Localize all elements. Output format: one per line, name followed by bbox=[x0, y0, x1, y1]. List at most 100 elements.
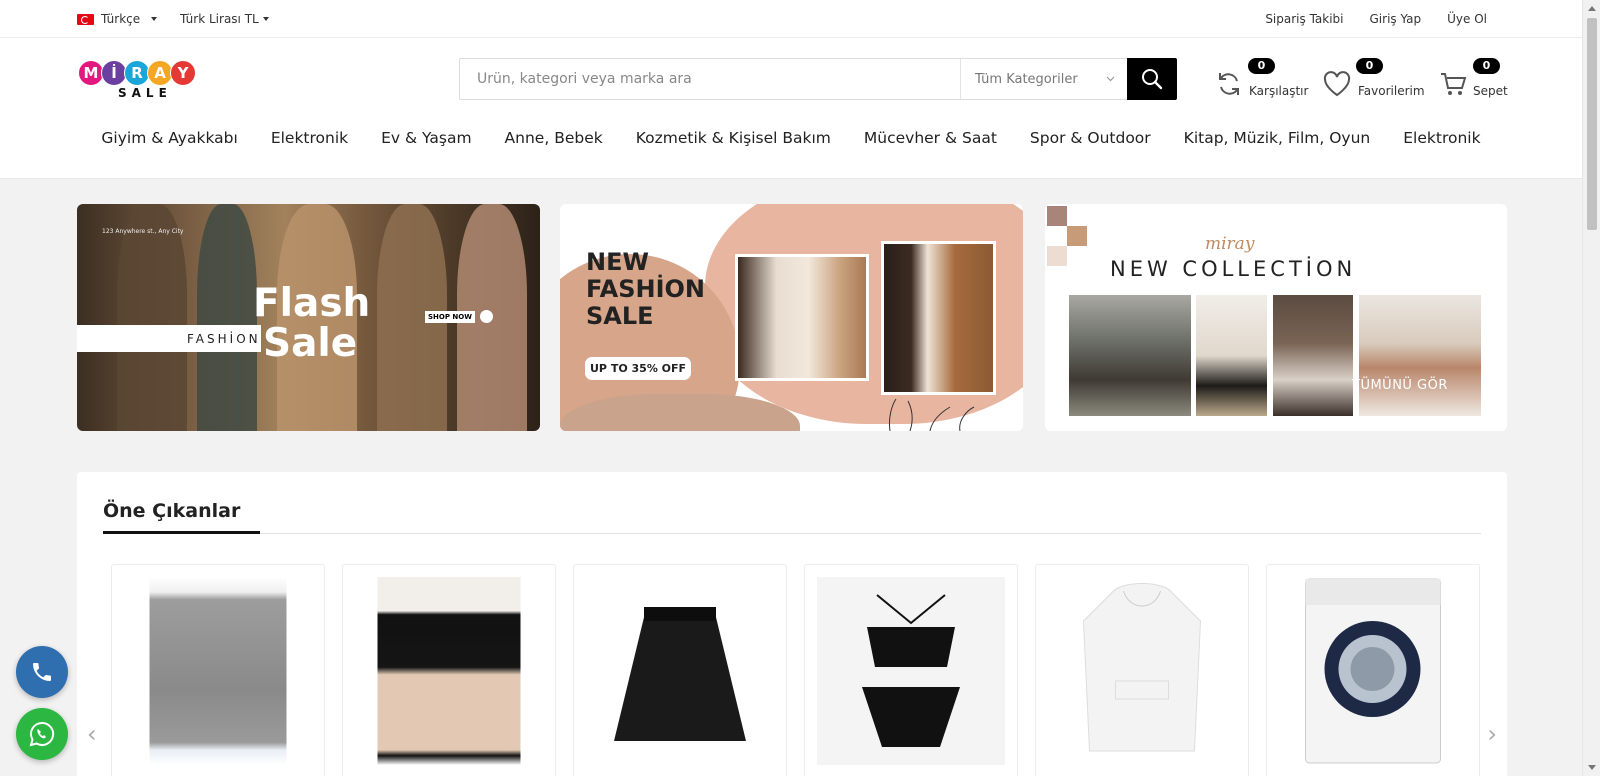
category-select-label: Tüm Kategoriler bbox=[975, 71, 1078, 87]
cafe-photo bbox=[1359, 295, 1481, 416]
decorative-square bbox=[1047, 246, 1067, 266]
flash-title-line2: Sale bbox=[263, 321, 358, 366]
product-image-white-hoodie bbox=[1073, 577, 1211, 765]
section-divider bbox=[103, 533, 1481, 534]
top-bar: Türkçe Türk Lirası TL Sipariş Takibi Gir… bbox=[0, 0, 1582, 38]
scrollbar[interactable] bbox=[1582, 0, 1600, 776]
fashion-tag: FASHİON bbox=[187, 332, 261, 346]
nav-item-electronics[interactable]: Elektronik bbox=[271, 129, 348, 147]
new-fashion-banner[interactable]: NEW FASHİON SALE UP TO 35% OFF bbox=[560, 204, 1023, 431]
currency-selector[interactable]: Türk Lirası TL bbox=[180, 12, 269, 26]
login-link[interactable]: Giriş Yap bbox=[1370, 12, 1422, 26]
product-card[interactable] bbox=[804, 564, 1018, 776]
model-photo bbox=[881, 241, 996, 395]
plant-sketch-icon bbox=[889, 398, 975, 431]
model-photo bbox=[1273, 295, 1353, 416]
product-image-black-lace-skirt bbox=[586, 577, 774, 765]
new-collection-banner[interactable]: miray NEW COLLECTİON TÜMÜNÜ GÖR bbox=[1045, 204, 1507, 431]
caret-down-icon bbox=[151, 17, 158, 21]
logo[interactable]: M İ R A Y SALE bbox=[78, 60, 204, 106]
see-all-link[interactable]: TÜMÜNÜ GÖR bbox=[1352, 378, 1448, 393]
title-line3: SALE bbox=[586, 302, 654, 330]
search-bar: Tüm Kategoriler bbox=[459, 58, 1177, 100]
favorites-count-badge: 0 bbox=[1356, 58, 1383, 74]
logo-letters: M İ R A Y bbox=[78, 60, 204, 86]
store-photo bbox=[1069, 295, 1191, 416]
flash-sale-title: Flash Sale bbox=[253, 284, 370, 364]
caret-down-icon bbox=[262, 17, 269, 21]
new-fashion-title: NEW FASHİON SALE bbox=[586, 249, 705, 330]
favorites-label: Favorilerim bbox=[1358, 84, 1425, 98]
product-image-black-skirt bbox=[377, 577, 521, 765]
currency-label: Türk Lirası TL bbox=[180, 12, 259, 26]
decorative-square bbox=[1047, 206, 1067, 226]
shop-now-label: SHOP NOW bbox=[425, 311, 475, 323]
nav-item-home[interactable]: Ev & Yaşam bbox=[381, 129, 471, 147]
cart-icon bbox=[1441, 73, 1467, 95]
product-card[interactable] bbox=[573, 564, 787, 776]
product-image-washing-machine bbox=[1305, 578, 1441, 764]
product-card[interactable] bbox=[1266, 564, 1480, 776]
scroll-up-arrow-icon[interactable] bbox=[1588, 6, 1596, 11]
call-button[interactable] bbox=[16, 646, 68, 698]
category-select[interactable]: Tüm Kategoriler bbox=[960, 59, 1127, 99]
order-tracking-link[interactable]: Sipariş Takibi bbox=[1265, 12, 1343, 26]
section-title-underline bbox=[103, 531, 260, 534]
header: M İ R A Y SALE Tüm Kategoriler 0 Karşıla… bbox=[0, 38, 1582, 179]
nav-item-cosmetics[interactable]: Kozmetik & Kişisel Bakım bbox=[636, 129, 831, 147]
compare-button[interactable]: 0 Karşılaştır bbox=[1215, 58, 1309, 98]
language-label: Türkçe bbox=[101, 12, 141, 26]
chevron-down-icon bbox=[1106, 76, 1115, 82]
nav-item-sports[interactable]: Spor & Outdoor bbox=[1030, 129, 1151, 147]
scroll-down-arrow-icon[interactable] bbox=[1588, 765, 1596, 770]
new-collection-title: NEW COLLECTİON bbox=[1110, 257, 1357, 281]
carousel-prev-arrow[interactable]: ‹ bbox=[87, 720, 97, 748]
nav-item-books[interactable]: Kitap, Müzik, Film, Oyun bbox=[1184, 129, 1371, 147]
fashion-band: FASHİON bbox=[77, 325, 261, 352]
cart-label: Sepet bbox=[1473, 84, 1508, 98]
whatsapp-button[interactable] bbox=[16, 708, 68, 760]
decorative-square bbox=[1067, 226, 1087, 246]
title-line2: FASHİON bbox=[586, 275, 706, 303]
nav-item-electronics-2[interactable]: Elektronik bbox=[1403, 129, 1480, 147]
compare-count-badge: 0 bbox=[1248, 58, 1275, 74]
search-button[interactable] bbox=[1127, 58, 1177, 100]
featured-section: Öne Çıkanlar ‹ › bbox=[77, 472, 1507, 776]
clothing-shape bbox=[117, 204, 187, 431]
featured-title: Öne Çıkanlar bbox=[103, 500, 241, 522]
product-card[interactable] bbox=[1035, 564, 1249, 776]
clothing-shape bbox=[197, 204, 257, 431]
product-card[interactable] bbox=[342, 564, 556, 776]
product-card[interactable] bbox=[111, 564, 325, 776]
decorative-dot bbox=[480, 310, 493, 323]
phone-icon bbox=[33, 663, 51, 681]
cart-button[interactable]: 0 Sepet bbox=[1439, 58, 1508, 98]
register-link[interactable]: Üye Ol bbox=[1447, 12, 1487, 26]
scrollbar-thumb[interactable] bbox=[1587, 18, 1597, 230]
language-selector[interactable]: Türkçe bbox=[77, 12, 158, 26]
category-nav: Giyim & Ayakkabı Elektronik Ev & Yaşam A… bbox=[0, 129, 1582, 147]
banner-address: 123 Anywhere st., Any City bbox=[102, 228, 184, 235]
model-photo bbox=[735, 254, 869, 381]
miray-script: miray bbox=[1205, 234, 1255, 254]
search-icon bbox=[1142, 69, 1163, 90]
cart-count-badge: 0 bbox=[1473, 58, 1500, 74]
nav-item-jewelry[interactable]: Mücevher & Saat bbox=[864, 129, 997, 147]
flash-title-line1: Flash bbox=[253, 281, 371, 326]
discount-label: UP TO 35% OFF bbox=[585, 357, 692, 380]
nav-item-baby[interactable]: Anne, Bebek bbox=[505, 129, 603, 147]
logo-letter: Y bbox=[170, 60, 196, 86]
heart-icon bbox=[1323, 71, 1351, 97]
whatsapp-icon bbox=[29, 721, 55, 747]
product-image-grey-leggings bbox=[149, 577, 287, 765]
refresh-icon bbox=[1219, 73, 1239, 95]
carousel-next-arrow[interactable]: › bbox=[1487, 720, 1497, 748]
flash-sale-banner[interactable]: 123 Anywhere st., Any City FASHİON Flash… bbox=[77, 204, 540, 431]
favorites-button[interactable]: 0 Favorilerim bbox=[1322, 58, 1425, 98]
nav-item-clothing[interactable]: Giyim & Ayakkabı bbox=[101, 129, 237, 147]
logo-subtitle: SALE bbox=[118, 86, 172, 100]
compare-label: Karşılaştır bbox=[1249, 84, 1309, 98]
product-image-black-bikini bbox=[817, 577, 1005, 765]
title-line1: NEW bbox=[586, 248, 649, 276]
search-input[interactable] bbox=[460, 59, 960, 99]
